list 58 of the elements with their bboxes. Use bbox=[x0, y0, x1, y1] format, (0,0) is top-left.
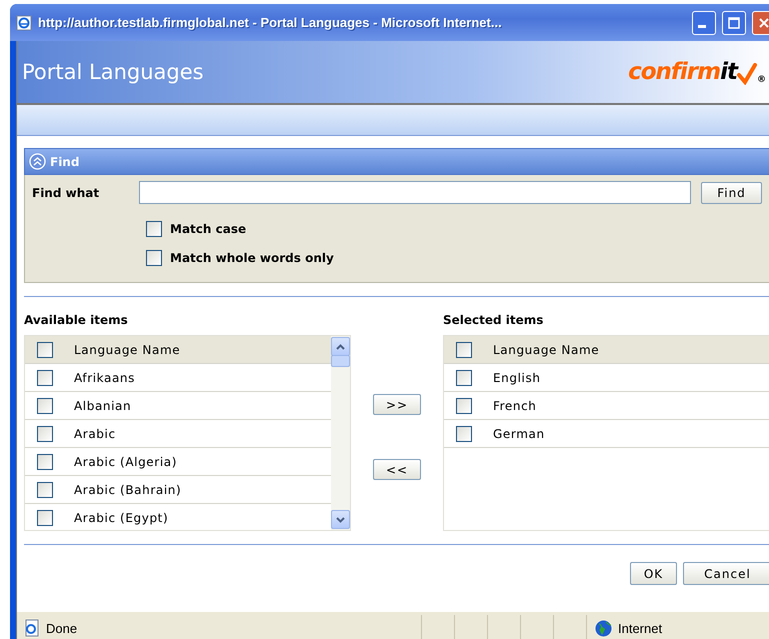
language-name: Arabic (Algeria) bbox=[74, 454, 177, 468]
zone-text: Internet bbox=[618, 620, 662, 636]
scroll-down-button[interactable] bbox=[331, 510, 350, 529]
move-button[interactable]: << bbox=[373, 459, 421, 480]
checkbox[interactable] bbox=[456, 342, 472, 358]
maximize-icon bbox=[728, 16, 740, 28]
maximize-button[interactable] bbox=[722, 10, 746, 34]
scroll-up-button[interactable] bbox=[331, 337, 350, 356]
page-title: Portal Languages bbox=[22, 60, 204, 84]
close-button[interactable] bbox=[752, 10, 769, 34]
checkbox[interactable] bbox=[37, 370, 53, 386]
field-label: Find what bbox=[32, 186, 100, 200]
caret-down-icon bbox=[336, 516, 345, 522]
checkbox[interactable] bbox=[37, 398, 53, 414]
column-title: Language Name bbox=[74, 342, 180, 356]
option-label: Match whole words only bbox=[170, 250, 334, 264]
collapse-icon[interactable] bbox=[29, 153, 46, 170]
checkbox[interactable] bbox=[456, 370, 472, 386]
checkbox[interactable] bbox=[146, 220, 162, 236]
language-name: Arabic (Bahrain) bbox=[74, 482, 182, 496]
checkbox[interactable] bbox=[456, 398, 472, 414]
check-icon bbox=[737, 63, 757, 85]
checkbox[interactable] bbox=[146, 250, 162, 266]
find-button[interactable]: Find bbox=[701, 182, 762, 204]
checkbox[interactable] bbox=[37, 482, 53, 498]
browser-icon bbox=[16, 14, 32, 30]
list-title: Selected items bbox=[443, 313, 544, 327]
language-name: French bbox=[493, 398, 536, 412]
minimize-icon bbox=[698, 25, 706, 28]
checkbox[interactable] bbox=[456, 426, 472, 442]
list-title: Available items bbox=[24, 313, 129, 327]
checkbox[interactable] bbox=[37, 510, 53, 526]
logo-wordmark: confirmit bbox=[628, 59, 737, 85]
registered-mark: ® bbox=[757, 75, 766, 85]
language-name: German bbox=[493, 426, 545, 440]
caret-up-icon bbox=[336, 344, 345, 350]
dialog-button[interactable]: OK bbox=[630, 562, 677, 585]
scrollbar-thumb[interactable] bbox=[331, 355, 350, 367]
globe-icon bbox=[595, 620, 612, 636]
column-title: Language Name bbox=[493, 342, 600, 356]
scrollbar[interactable] bbox=[331, 336, 350, 530]
language-name: Albanian bbox=[74, 398, 132, 412]
dialog-button[interactable]: Cancel bbox=[683, 562, 769, 585]
status-text: Done bbox=[46, 620, 78, 636]
find-field[interactable] bbox=[139, 181, 691, 204]
panel-title: Find bbox=[50, 154, 80, 168]
checkbox[interactable] bbox=[37, 426, 53, 442]
move-button[interactable]: >> bbox=[373, 394, 421, 415]
minimize-button[interactable] bbox=[692, 10, 716, 34]
window-title: http://author.testlab.firmglobal.net - Portal Languages - Microsoft Internet... bbox=[38, 15, 503, 30]
language-name: Arabic (Egypt) bbox=[74, 510, 168, 524]
checkbox[interactable] bbox=[37, 342, 53, 358]
language-name: Arabic bbox=[74, 426, 116, 440]
option-label: Match case bbox=[170, 222, 246, 236]
checkbox[interactable] bbox=[37, 454, 53, 470]
language-name: Afrikaans bbox=[74, 370, 135, 384]
language-name: English bbox=[493, 370, 541, 384]
close-icon bbox=[758, 16, 769, 28]
